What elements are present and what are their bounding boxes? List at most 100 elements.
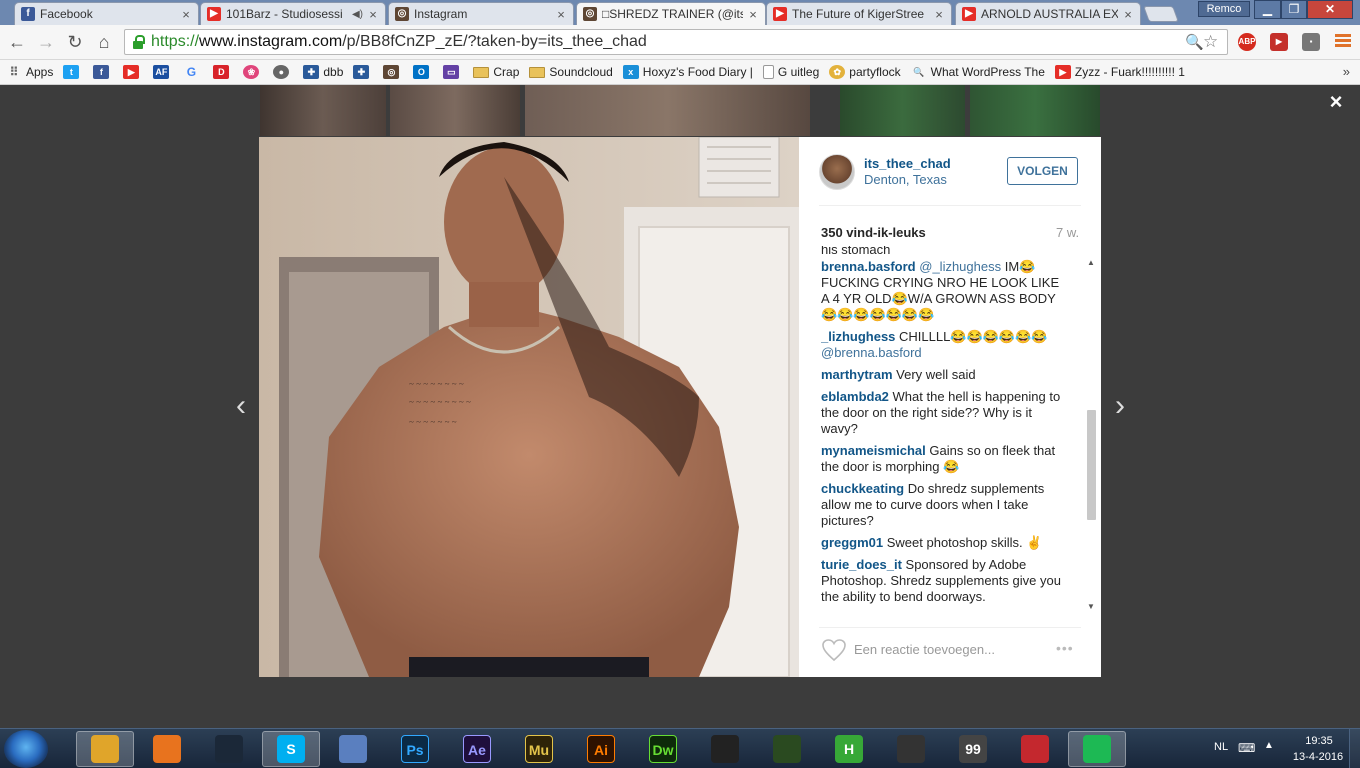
close-window-button[interactable]: ✕ (1307, 0, 1353, 19)
tab-instagram[interactable]: ◎ Instagram × (388, 2, 574, 25)
taskbar-dreamweaver-button[interactable]: Dw (634, 731, 692, 767)
taskbar-video-editor-button[interactable] (696, 731, 754, 767)
taskbar-chrome-button[interactable] (76, 731, 134, 767)
bookmark-zyzz[interactable]: ▶ Zyzz - Fuark!!!!!!!!!! 1 (1054, 65, 1185, 79)
extension-icon[interactable]: ▪ (1302, 33, 1320, 51)
comment-mention[interactable]: @_lizhughess (919, 259, 1001, 274)
bookmark-facebook[interactable]: f (93, 65, 113, 79)
taskbar-razer-button[interactable] (758, 731, 816, 767)
scroll-up-arrow-icon[interactable]: ▲ (1087, 258, 1095, 267)
avatar[interactable] (819, 154, 855, 190)
likes-count[interactable]: 350 vind-ik-leuks (821, 225, 926, 240)
new-tab-button[interactable] (1143, 6, 1179, 22)
show-hidden-icons-icon[interactable]: ▲ (1264, 740, 1274, 751)
bookmark-outlook[interactable]: O (413, 65, 433, 79)
forward-button[interactable]: → (34, 30, 58, 54)
taskbar-steam-button[interactable] (200, 731, 258, 767)
lock-icon[interactable] (131, 35, 145, 49)
comment-username[interactable]: mynameismichal (821, 443, 926, 458)
star-icon[interactable]: ☆ (1203, 32, 1223, 52)
next-post-arrow[interactable]: › (1110, 391, 1130, 421)
tab-101barz[interactable]: ▶ 101Barz - Studiosessi ◀) × (200, 2, 386, 25)
taskbar-illustrator-button[interactable]: Ai (572, 731, 630, 767)
scroll-down-arrow-icon[interactable]: ▼ (1087, 602, 1095, 611)
zoom-icon[interactable]: 🔍 (1185, 33, 1204, 51)
home-button[interactable]: ⌂ (92, 30, 116, 54)
close-overlay-button[interactable]: × (1325, 91, 1347, 113)
post-age[interactable]: 7 w. (1056, 225, 1079, 240)
bookmarks-overflow-button[interactable]: » (1343, 64, 1350, 79)
taskbar-racing-button[interactable] (882, 731, 940, 767)
tab-kigerstreet[interactable]: ▶ The Future of KigerStree × (766, 2, 952, 25)
bookmark-gray[interactable]: ● (273, 65, 293, 79)
taskbar-99-app-button[interactable]: 99 (944, 731, 1002, 767)
bookmark-twitter[interactable]: t (63, 65, 83, 79)
bookmark-youtube[interactable]: ▶ (123, 65, 143, 79)
bookmark-google[interactable]: G (183, 65, 203, 79)
bookmark-dbb[interactable]: ✚ dbb (303, 65, 343, 79)
close-tab-icon[interactable]: × (747, 7, 759, 22)
taskbar-firefox-button[interactable] (138, 731, 196, 767)
language-indicator[interactable]: NL (1214, 741, 1228, 753)
start-button[interactable] (4, 730, 48, 768)
taskbar-spotify-button[interactable] (1068, 731, 1126, 767)
bookmark-partyflock[interactable]: ✿ partyflock (829, 65, 901, 79)
youtube-extension-icon[interactable]: ▶ (1270, 33, 1288, 51)
close-tab-icon[interactable]: × (933, 7, 945, 22)
minimize-button[interactable]: ▁ (1254, 0, 1281, 19)
adblock-icon[interactable]: ABP (1238, 33, 1256, 51)
post-photo[interactable]: ~ ~ ~ ~ ~ ~ ~ ~ ~ ~ ~ ~ ~ ~ ~ ~ ~ ~ ~ ~ … (259, 137, 799, 677)
close-tab-icon[interactable]: × (367, 7, 379, 22)
bookmark-crap[interactable]: Crap (473, 65, 519, 79)
scrollbar-thumb[interactable] (1087, 410, 1096, 520)
taskbar-h-app-button[interactable]: H (820, 731, 878, 767)
maximize-button[interactable]: ❐ (1281, 0, 1307, 19)
bookmark-twitch[interactable]: ▭ (443, 65, 463, 79)
clock-date[interactable]: 13-4-2016 (1288, 751, 1348, 763)
bookmark-af[interactable]: AF (153, 65, 173, 79)
bookmark-g-uitleg[interactable]: G uitleg (762, 65, 819, 79)
close-tab-icon[interactable]: × (180, 7, 192, 22)
comment-username[interactable]: chuckkeating (821, 481, 904, 496)
bookmark-pink[interactable]: ❀ (243, 65, 263, 79)
previous-post-arrow[interactable]: ‹ (231, 391, 251, 421)
close-tab-icon[interactable]: × (555, 7, 567, 22)
bookmark-instagram[interactable]: ◎ (383, 65, 403, 79)
speaker-icon[interactable]: ◀) (352, 9, 363, 20)
tab-facebook[interactable]: f Facebook × (14, 2, 199, 25)
comments-list[interactable]: his stomach brenna.basford @_lizhughess … (821, 246, 1083, 616)
more-options-icon[interactable]: ••• (1056, 640, 1074, 656)
comment-username[interactable]: _lizhughess (821, 329, 895, 344)
keyboard-icon[interactable]: ⌨ (1238, 741, 1255, 755)
bookmark-soundcloud[interactable]: Soundcloud (529, 65, 613, 79)
close-tab-icon[interactable]: × (1122, 7, 1134, 22)
bookmark-hoxyz[interactable]: x Hoxyz's Food Diary | (622, 65, 753, 79)
comment-username[interactable]: brenna.basford (821, 259, 916, 274)
menu-icon[interactable] (1335, 34, 1351, 50)
tab-shredz-trainer[interactable]: ◎ □SHREDZ TRAINER (@its_ × (576, 2, 766, 25)
taskbar-red-app-button[interactable] (1006, 731, 1064, 767)
post-username[interactable]: its_thee_chad (864, 156, 951, 171)
comment-username[interactable]: eblambda2 (821, 389, 889, 404)
back-button[interactable]: ← (5, 30, 29, 54)
comment-username[interactable]: greggm01 (821, 535, 883, 550)
taskbar-skype-button[interactable]: S (262, 731, 320, 767)
comment-username[interactable]: marthytram (821, 367, 893, 382)
url-text[interactable]: https://www.instagram.com/p/BB8fCnZP_zE/… (151, 33, 1185, 51)
follow-button[interactable]: VOLGEN (1007, 157, 1078, 185)
profile-button[interactable]: Remco (1198, 1, 1250, 17)
post-location[interactable]: Denton, Texas (864, 172, 947, 187)
taskbar-after-effects-button[interactable]: Ae (448, 731, 506, 767)
comment-username[interactable]: turie_does_it (821, 557, 902, 572)
clock-time[interactable]: 19:35 (1297, 735, 1341, 747)
taskbar-network-manager-button[interactable] (324, 731, 382, 767)
comment-input[interactable] (854, 639, 1044, 659)
show-desktop-button[interactable] (1349, 729, 1360, 768)
taskbar-photoshop-button[interactable]: Ps (386, 731, 444, 767)
taskbar-muse-button[interactable]: Mu (510, 731, 568, 767)
bookmark-wordpress[interactable]: 🔍 What WordPress The (911, 65, 1045, 79)
tab-arnold[interactable]: ▶ ARNOLD AUSTRALIA EXP × (955, 2, 1141, 25)
comments-scrollbar[interactable]: ▲ ▼ (1085, 258, 1097, 612)
bookmark-apps[interactable]: ⠿ Apps (6, 65, 54, 79)
heart-icon[interactable] (821, 638, 847, 662)
